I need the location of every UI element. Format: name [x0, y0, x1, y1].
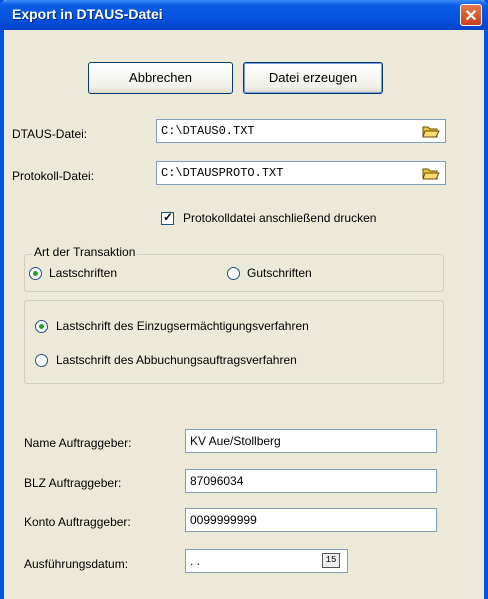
checkmark-icon: ✓	[163, 210, 174, 224]
title-bar[interactable]: Export in DTAUS-Datei ✕	[0, 0, 488, 30]
print-protocol-checkbox[interactable]: ✓	[161, 210, 174, 225]
cancel-button[interactable]: Abbrechen	[88, 62, 233, 94]
client-account-label: Konto Auftraggeber:	[24, 515, 131, 529]
client-blz-label: BLZ Auftraggeber:	[24, 476, 122, 490]
radio-abbuchungsauftrag[interactable]	[35, 354, 48, 367]
protocol-file-input[interactable]: C:\DTAUSPROTO.TXT	[156, 161, 446, 185]
radio-lastschriften[interactable]	[29, 267, 42, 280]
client-name-input[interactable]: KV Aue/Stollberg	[185, 429, 437, 453]
execution-date-label: Ausführungsdatum:	[24, 557, 129, 571]
close-button[interactable]: ✕	[460, 4, 482, 26]
create-file-button[interactable]: Datei erzeugen	[243, 62, 383, 94]
dtaus-file-label: DTAUS-Datei:	[12, 127, 88, 141]
calendar-icon[interactable]: 15	[322, 553, 340, 568]
close-icon: ✕	[464, 8, 478, 25]
procedure-group	[24, 300, 444, 384]
radio-lastschriften-label[interactable]: Lastschriften	[49, 266, 117, 280]
folder-open-icon[interactable]	[422, 165, 440, 181]
radio-einzugsermaechtigung[interactable]	[35, 320, 48, 333]
client-blz-input[interactable]: 87096034	[185, 469, 437, 493]
transaction-type-legend: Art der Transaktion	[32, 245, 138, 259]
radio-gutschriften[interactable]	[227, 267, 240, 280]
window-title: Export in DTAUS-Datei	[12, 6, 163, 22]
radio-abbuchungsauftrag-label[interactable]: Lastschrift des Abbuchungsauftragsverfah…	[56, 353, 297, 367]
dialog-content: Abbrechen Datei erzeugen DTAUS-Datei: C:…	[4, 30, 484, 599]
export-dialog: Export in DTAUS-Datei ✕ Abbrechen Datei …	[0, 0, 488, 599]
dtaus-file-input[interactable]: C:\DTAUS0.TXT	[156, 119, 446, 143]
client-name-label: Name Auftraggeber:	[24, 436, 132, 450]
protocol-file-label: Protokoll-Datei:	[12, 169, 95, 183]
folder-open-icon[interactable]	[422, 123, 440, 139]
radio-gutschriften-label[interactable]: Gutschriften	[247, 266, 312, 280]
client-account-input[interactable]: 0099999999	[185, 508, 437, 532]
print-protocol-label: Protokolldatei anschließend drucken	[183, 211, 377, 225]
radio-einzugsermaechtigung-label[interactable]: Lastschrift des Einzugsermächtigungsverf…	[56, 319, 309, 333]
